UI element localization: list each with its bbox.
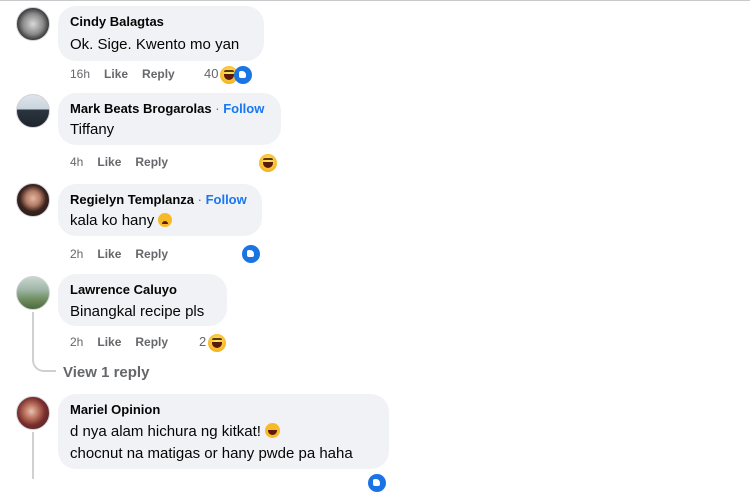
- comment-author[interactable]: Mariel Opinion: [70, 401, 377, 418]
- crying-emoji-icon: [158, 213, 173, 227]
- like-icon: [234, 65, 253, 84]
- like-button[interactable]: Like: [97, 335, 121, 349]
- reaction-summary[interactable]: [242, 243, 260, 263]
- like-button[interactable]: Like: [97, 155, 121, 169]
- like-icon: [368, 474, 386, 492]
- follow-button[interactable]: Follow: [206, 192, 247, 207]
- separator-dot: ·: [194, 192, 206, 207]
- follow-button[interactable]: Follow: [223, 101, 264, 116]
- reply-connector: [32, 358, 56, 372]
- reaction-summary[interactable]: 40: [204, 64, 253, 84]
- reply-button[interactable]: Reply: [142, 67, 175, 81]
- comment-text: kala ko hany: [70, 211, 250, 231]
- avatar[interactable]: [16, 7, 50, 41]
- comment-text-content: d nya alam hichura ng kitkat!: [70, 423, 261, 440]
- comment-timestamp[interactable]: 2h: [70, 247, 83, 261]
- comment-text-content: kala ko hany: [70, 212, 155, 229]
- reply-button[interactable]: Reply: [135, 247, 168, 261]
- comment-actions: 2h Like Reply: [70, 335, 182, 349]
- comment-timestamp[interactable]: 16h: [70, 67, 90, 81]
- thread-line: [32, 432, 34, 479]
- like-button[interactable]: Like: [97, 247, 121, 261]
- reaction-summary[interactable]: 2: [199, 332, 227, 352]
- comment-text-line: chocnut na matigas or hany pwde pa haha: [70, 445, 353, 462]
- comment-bubble: Mariel Opinion d nya alam hichura ng kit…: [58, 394, 389, 469]
- reaction-count: 40: [204, 66, 219, 81]
- comment-bubble: Cindy Balagtas Ok. Sige. Kwento mo yan: [58, 6, 264, 61]
- comment-author[interactable]: Mark Beats Brogarolas: [70, 101, 212, 116]
- comment-text: Ok. Sige. Kwento mo yan: [70, 36, 240, 53]
- thread-line: [32, 312, 34, 358]
- avatar[interactable]: [16, 183, 50, 217]
- comment-author[interactable]: Lawrence Caluyo: [70, 281, 215, 298]
- comment-author-line: Mark Beats Brogarolas · Follow: [70, 100, 269, 117]
- laughing-emoji-icon: [264, 423, 280, 438]
- comment-actions: 2h Like Reply: [70, 247, 182, 261]
- comment-bubble: Mark Beats Brogarolas · Follow Tiffany: [58, 93, 281, 145]
- reaction-count: 2: [199, 334, 207, 349]
- top-divider: [0, 0, 750, 1]
- reply-button[interactable]: Reply: [135, 155, 168, 169]
- comment-text: Binangkal recipe pls: [70, 303, 205, 320]
- avatar[interactable]: [16, 94, 50, 128]
- comment-author-line: Regielyn Templanza · Follow: [70, 191, 250, 208]
- comment-timestamp[interactable]: 2h: [70, 335, 83, 349]
- avatar[interactable]: [16, 396, 50, 430]
- comment-text: Tiffany: [70, 121, 115, 138]
- comment-timestamp[interactable]: 4h: [70, 155, 83, 169]
- comment-actions: 4h Like Reply: [70, 155, 182, 169]
- haha-icon: [208, 333, 227, 352]
- comment-text-line: d nya alam hichura ng kitkat!: [70, 422, 377, 442]
- comment-bubble: Regielyn Templanza · Follow kala ko hany: [58, 184, 262, 236]
- comment-author[interactable]: Regielyn Templanza: [70, 192, 194, 207]
- avatar[interactable]: [16, 276, 50, 310]
- comment-bubble: Lawrence Caluyo Binangkal recipe pls: [58, 274, 227, 326]
- view-replies-link[interactable]: View 1 reply: [63, 363, 149, 383]
- like-button[interactable]: Like: [104, 67, 128, 81]
- like-icon: [242, 244, 260, 263]
- separator-dot: ·: [211, 101, 224, 116]
- reply-button[interactable]: Reply: [135, 335, 168, 349]
- haha-icon: [259, 153, 277, 172]
- comment-actions: 16h Like Reply: [70, 67, 189, 81]
- reaction-summary[interactable]: [259, 152, 277, 172]
- comment-author[interactable]: Cindy Balagtas: [70, 13, 252, 30]
